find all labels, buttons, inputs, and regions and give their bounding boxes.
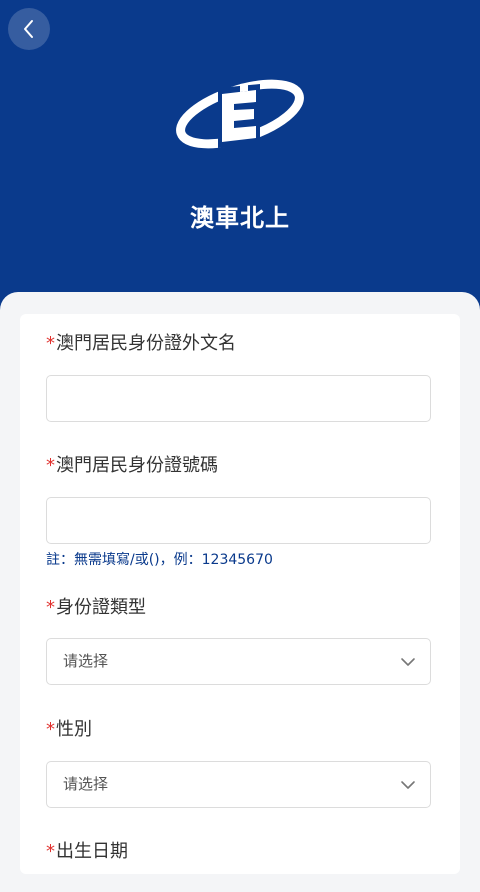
required-marker: *	[46, 719, 55, 740]
chevron-left-icon	[24, 20, 33, 38]
field-label-birth-date: *出生日期	[46, 841, 128, 862]
back-button[interactable]	[8, 8, 50, 50]
app-title: 澳車北上	[190, 204, 290, 232]
foreign-name-input[interactable]	[46, 375, 431, 422]
chevron-down-icon	[401, 781, 415, 789]
required-marker: *	[46, 333, 55, 354]
field-label-id-type: *身份證類型	[46, 597, 146, 618]
gender-select[interactable]: 请选择	[46, 761, 431, 808]
header: 澳車北上	[0, 0, 480, 320]
macau-vehicle-logo	[176, 79, 304, 149]
field-label-id-number: *澳門居民身份證號碼	[46, 455, 218, 476]
id-type-selected-value: 请选择	[63, 652, 109, 670]
field-label-gender: *性別	[46, 719, 92, 740]
chevron-down-icon	[401, 658, 415, 666]
field-label-foreign-name: *澳門居民身份證外文名	[46, 333, 236, 354]
id-number-input[interactable]	[46, 497, 431, 544]
id-number-hint: 註：無需填寫/或()，例：12345670	[46, 552, 273, 568]
required-marker: *	[46, 455, 55, 476]
gender-selected-value: 请选择	[63, 775, 109, 793]
id-type-select[interactable]: 请选择	[46, 638, 431, 685]
required-marker: *	[46, 841, 55, 862]
required-marker: *	[46, 597, 55, 618]
